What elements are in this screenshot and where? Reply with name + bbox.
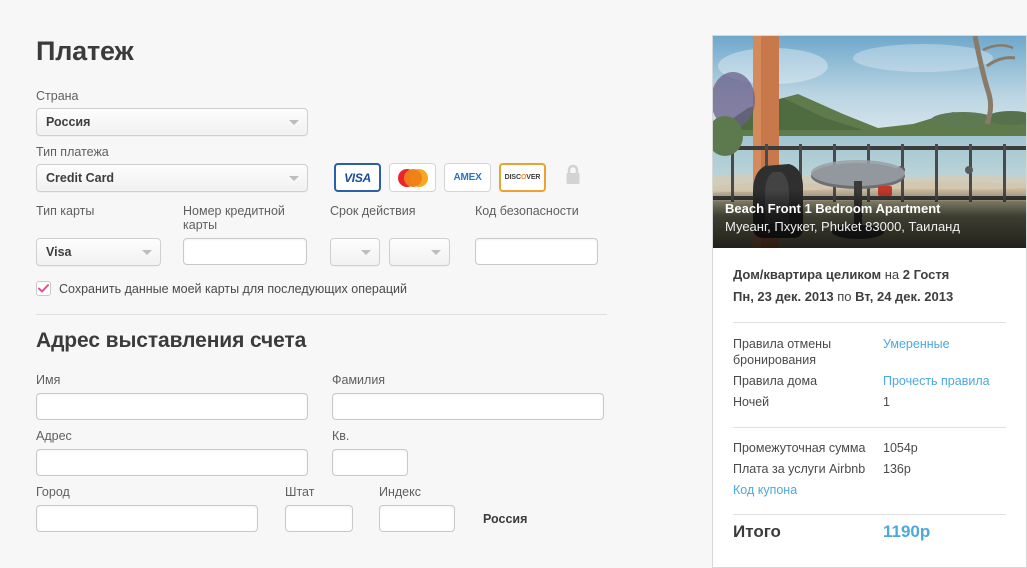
security-code-label: Код безопасности: [475, 204, 598, 218]
dates-line: Пн, 23 дек. 2013 по Вт, 24 дек. 2013: [733, 286, 1006, 308]
city-input[interactable]: [36, 505, 258, 532]
expiration-year-select[interactable]: [389, 238, 450, 266]
expiration-month-select[interactable]: [330, 238, 380, 266]
total-value: 1190р: [883, 515, 1006, 544]
first-name-label: Имя: [36, 373, 308, 387]
section-divider: [36, 314, 607, 315]
listing-details-body: Дом/квартира целиком на 2 Гостя Пн, 23 д…: [712, 248, 1027, 568]
first-name-input[interactable]: [36, 393, 308, 420]
nights-label: Ночей: [733, 394, 883, 415]
table-row: Итого 1190р: [733, 515, 1006, 544]
state-input[interactable]: [285, 505, 353, 532]
country-select[interactable]: Россия: [36, 108, 308, 136]
lock-icon: [563, 163, 583, 192]
chevron-down-icon: [431, 250, 441, 255]
service-fee-label: Плата за услуги Airbnb: [733, 461, 883, 482]
address-label: Адрес: [36, 429, 308, 443]
checkin-date: Пн, 23 дек. 2013: [733, 289, 834, 304]
discover-wordmark: DISCOVER: [505, 174, 541, 181]
last-name-input[interactable]: [332, 393, 604, 420]
country-select-value: Россия: [46, 115, 90, 129]
price-breakdown-table: Промежуточная сумма 1054р Плата за услуг…: [733, 440, 1006, 503]
chevron-down-icon: [142, 250, 152, 255]
table-row: Код купона: [733, 482, 1006, 503]
listing-summary-card: Beach Front 1 Bedroom Apartment Муеанг, …: [712, 35, 1027, 568]
house-rules-link[interactable]: Прочесть правила: [883, 374, 990, 388]
billing-country-text: Россия: [483, 512, 527, 532]
dates-connector: по: [837, 289, 851, 304]
card-number-input[interactable]: [183, 238, 307, 265]
card-type-select[interactable]: Visa: [36, 238, 161, 266]
listing-policy-table: Правила отмены бронирования Умеренные Пр…: [733, 336, 1006, 415]
service-fee-value: 136р: [883, 461, 1006, 482]
cancellation-policy-label: Правила отмены бронирования: [733, 336, 883, 373]
guests-connector: на: [885, 267, 899, 282]
table-row: Ночей 1: [733, 394, 1006, 415]
table-row: Промежуточная сумма 1054р: [733, 440, 1006, 461]
subtotal-label: Промежуточная сумма: [733, 440, 883, 461]
table-row: Правила отмены бронирования Умеренные: [733, 336, 1006, 373]
state-label: Штат: [285, 485, 353, 499]
zip-input[interactable]: [379, 505, 455, 532]
card-number-label: Номер кредитной карты: [183, 204, 303, 232]
payment-type-select-value: Credit Card: [46, 171, 114, 185]
payment-type-label: Тип платежа: [36, 145, 308, 159]
coupon-code-link[interactable]: Код купона: [733, 483, 797, 497]
table-row: Плата за услуги Airbnb 136р: [733, 461, 1006, 482]
chevron-down-icon: [289, 176, 299, 181]
chevron-down-icon: [289, 120, 299, 125]
billing-section-title: Адрес выставления счета: [36, 329, 616, 353]
payment-form: Платеж Страна Россия Тип платежа Credit …: [36, 0, 616, 532]
save-card-label: Сохранить данные моей карты для последую…: [59, 282, 407, 296]
table-row: Правила дома Прочесть правила: [733, 373, 1006, 394]
visa-logo[interactable]: VISA: [334, 163, 381, 192]
city-label: Город: [36, 485, 258, 499]
last-name-label: Фамилия: [332, 373, 604, 387]
guest-count: 2 Гостя: [903, 267, 950, 282]
nights-value: 1: [883, 394, 1006, 415]
discover-logo[interactable]: DISCOVER: [499, 163, 546, 192]
listing-photo-caption: Beach Front 1 Bedroom Apartment Муеанг, …: [713, 190, 1026, 248]
listing-photo: Beach Front 1 Bedroom Apartment Муеанг, …: [712, 35, 1027, 248]
house-rules-label: Правила дома: [733, 373, 883, 394]
apt-label: Кв.: [332, 429, 408, 443]
total-label: Итого: [733, 515, 883, 544]
cancellation-policy-link[interactable]: Умеренные: [883, 337, 950, 351]
save-card-row[interactable]: Сохранить данные моей карты для последую…: [36, 281, 616, 296]
mastercard-logo[interactable]: [389, 163, 436, 192]
address-input[interactable]: [36, 449, 308, 476]
card-type-select-value: Visa: [46, 245, 72, 259]
total-table: Итого 1190р: [733, 515, 1006, 544]
card-brand-list: VISA AMEX DISCOVER: [334, 163, 583, 192]
listing-title: Beach Front 1 Bedroom Apartment: [725, 200, 1014, 217]
payment-type-select[interactable]: Credit Card: [36, 164, 308, 192]
expiration-label: Срок действия: [330, 204, 450, 218]
checkmark-icon: [38, 284, 49, 293]
page-title: Платеж: [36, 0, 616, 67]
country-label: Страна: [36, 89, 616, 103]
sidebar-divider-2: [733, 427, 1006, 428]
card-type-label: Тип карты: [36, 204, 161, 218]
subtotal-value: 1054р: [883, 440, 1006, 461]
security-code-input[interactable]: [475, 238, 598, 265]
chevron-down-icon: [361, 250, 371, 255]
checkout-date: Вт, 24 дек. 2013: [855, 289, 953, 304]
sidebar-divider-1: [733, 322, 1006, 323]
zip-label: Индекс: [379, 485, 455, 499]
room-type-line: Дом/квартира целиком на 2 Гостя: [733, 264, 1006, 286]
listing-address: Муеанг, Пхукет, Phuket 83000, Таиланд: [725, 217, 1014, 236]
save-card-checkbox[interactable]: [36, 281, 51, 296]
amex-logo[interactable]: AMEX: [444, 163, 491, 192]
mastercard-circles-icon: [398, 169, 428, 187]
room-type: Дом/квартира целиком: [733, 267, 881, 282]
apt-input[interactable]: [332, 449, 408, 476]
